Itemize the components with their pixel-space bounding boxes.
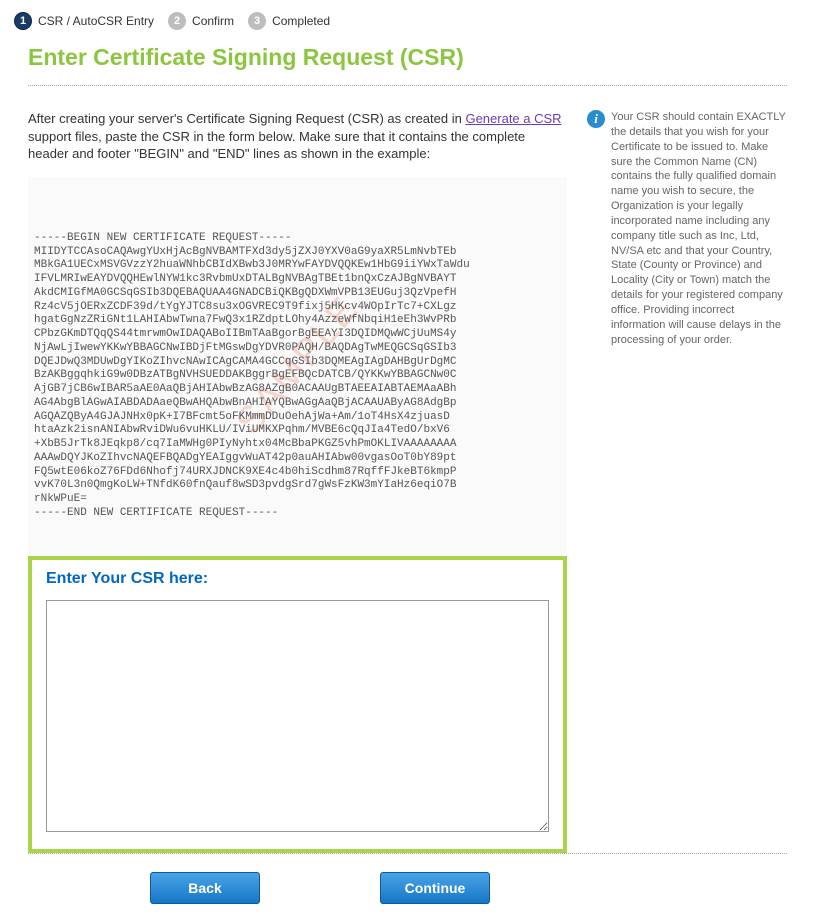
step-2-label: Confirm bbox=[192, 14, 234, 28]
step-1-circle: 1 bbox=[14, 12, 32, 30]
csr-entry-label: Enter Your CSR here: bbox=[46, 570, 549, 588]
page-title: Enter Certificate Signing Request (CSR) bbox=[0, 40, 815, 81]
divider-bottom bbox=[28, 853, 787, 854]
generate-csr-link[interactable]: Generate a CSR bbox=[465, 111, 561, 126]
info-sidebar: i Your CSR should contain EXACTLY the de… bbox=[587, 110, 787, 348]
csr-entry-box: Enter Your CSR here: bbox=[28, 556, 567, 853]
back-button[interactable]: Back bbox=[150, 872, 260, 904]
csr-textarea[interactable] bbox=[46, 600, 549, 832]
step-1-label: CSR / AutoCSR Entry bbox=[38, 14, 154, 28]
wizard-steps: 1 CSR / AutoCSR Entry 2 Confirm 3 Comple… bbox=[0, 0, 815, 40]
step-3-label: Completed bbox=[272, 14, 330, 28]
csr-sample-text: -----BEGIN NEW CERTIFICATE REQUEST----- … bbox=[34, 232, 561, 521]
csr-sample-block: SAMPLE -----BEGIN NEW CERTIFICATE REQUES… bbox=[28, 177, 567, 557]
info-text: Your CSR should contain EXACTLY the deta… bbox=[611, 110, 787, 348]
step-3-circle: 3 bbox=[248, 12, 266, 30]
intro-after: support files, paste the CSR in the form… bbox=[28, 129, 525, 162]
continue-button[interactable]: Continue bbox=[380, 872, 490, 904]
intro-text: After creating your server's Certificate… bbox=[28, 110, 567, 163]
divider bbox=[28, 85, 787, 86]
step-2-circle: 2 bbox=[168, 12, 186, 30]
button-row: Back Continue bbox=[0, 872, 815, 924]
intro-before: After creating your server's Certificate… bbox=[28, 111, 465, 126]
main-column: After creating your server's Certificate… bbox=[28, 110, 567, 853]
info-icon: i bbox=[587, 110, 605, 128]
